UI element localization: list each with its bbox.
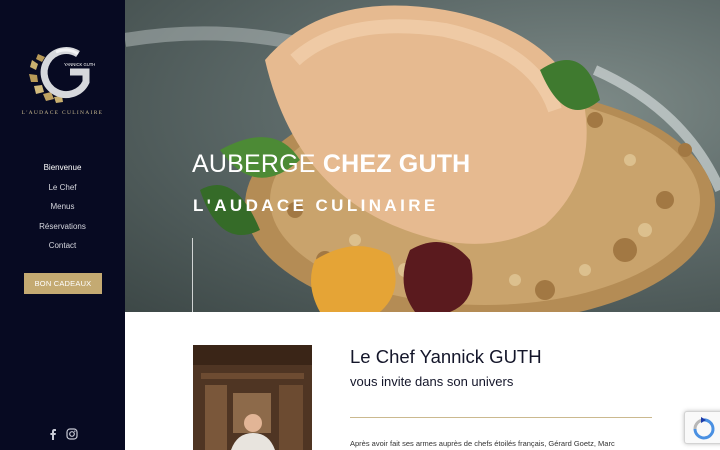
- hero-banner: AUBERGE CHEZ GUTH L'AUDACE CULINAIRE: [125, 0, 720, 312]
- nav-item-le-chef[interactable]: Le Chef: [0, 182, 125, 202]
- hero-divider-line: [192, 238, 193, 312]
- nav-item-menus[interactable]: Menus: [0, 201, 125, 221]
- chef-section-title: Le Chef Yannick GUTH: [350, 346, 542, 367]
- logo-tagline: L'AUDACE CULINAIRE: [21, 110, 104, 116]
- hero-subtitle: L'AUDACE CULINAIRE: [193, 196, 439, 215]
- logo-emblem-icon: YANNICK GUTH: [29, 47, 95, 103]
- facebook-icon[interactable]: [47, 427, 59, 440]
- chef-section-subtitle: vous invite dans son univers: [350, 374, 514, 389]
- recaptcha-badge[interactable]: [684, 411, 720, 444]
- sidebar: YANNICK GUTH L'AUDACE CULINAIRE Bienvenu…: [0, 0, 125, 450]
- section-divider: [350, 417, 652, 418]
- hero-title: AUBERGE CHEZ GUTH: [192, 150, 470, 179]
- hero-title-light: AUBERGE: [192, 150, 323, 178]
- nav-item-reservations[interactable]: Réservations: [0, 221, 125, 241]
- recaptcha-icon: [693, 417, 715, 440]
- nav-item-contact[interactable]: Contact: [0, 240, 125, 260]
- gift-voucher-button[interactable]: BON CADEAUX: [24, 273, 102, 294]
- instagram-icon[interactable]: [66, 427, 78, 440]
- site-logo[interactable]: YANNICK GUTH: [26, 42, 100, 104]
- main-nav: Bienvenue Le Chef Menus Réservations Con…: [0, 162, 125, 260]
- chef-intro-text: Après avoir fait ses armes auprès de che…: [350, 439, 615, 448]
- svg-text:YANNICK GUTH: YANNICK GUTH: [64, 62, 95, 67]
- nav-item-bienvenue[interactable]: Bienvenue: [0, 162, 125, 182]
- chef-photo: [193, 345, 312, 450]
- social-links: [47, 427, 78, 440]
- hero-title-bold: CHEZ GUTH: [322, 150, 471, 178]
